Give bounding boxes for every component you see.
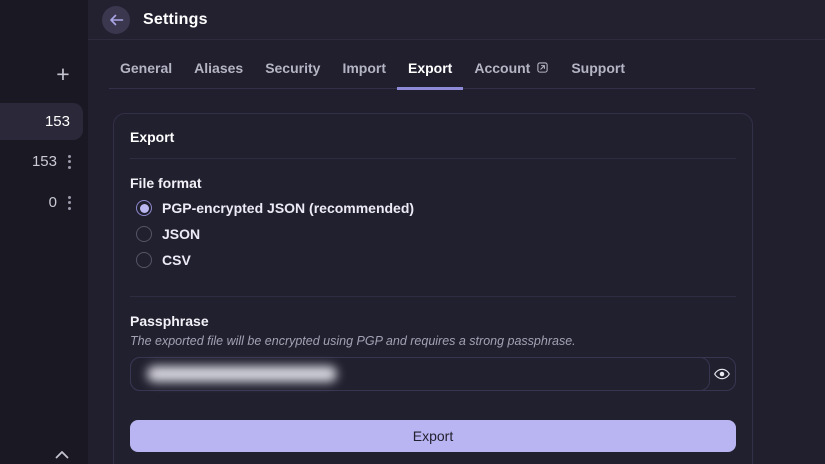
tab-aliases[interactable]: Aliases bbox=[183, 60, 254, 90]
arrow-left-icon bbox=[109, 14, 123, 25]
alias-count: 153 bbox=[31, 153, 57, 170]
settings-header: Settings bbox=[88, 0, 825, 40]
tab-account[interactable]: Account bbox=[463, 60, 560, 90]
tab-general[interactable]: General bbox=[109, 60, 183, 90]
export-button[interactable]: Export bbox=[130, 420, 736, 452]
collapse-button[interactable] bbox=[53, 447, 71, 461]
chevron-up-icon bbox=[55, 450, 69, 458]
divider bbox=[130, 158, 736, 159]
tab-export[interactable]: Export bbox=[397, 60, 464, 90]
passphrase-input[interactable] bbox=[130, 357, 710, 391]
sidebar-item-selected[interactable]: 153 bbox=[0, 103, 83, 140]
page-title: Settings bbox=[143, 10, 208, 28]
settings-tabbar: General Aliases Security Import Export A… bbox=[109, 60, 755, 90]
radio-option-pgp-json[interactable]: PGP-encrypted JSON (recommended) bbox=[130, 200, 736, 216]
radio-option-json[interactable]: JSON bbox=[130, 226, 736, 242]
settings-content: General Aliases Security Import Export A… bbox=[109, 41, 755, 464]
passphrase-help-text: The exported file will be encrypted usin… bbox=[130, 334, 576, 348]
kebab-menu-icon[interactable] bbox=[66, 192, 73, 214]
radio-icon[interactable] bbox=[136, 252, 152, 268]
tab-import[interactable]: Import bbox=[331, 60, 397, 90]
passphrase-input-group bbox=[130, 357, 736, 391]
passphrase-label: Passphrase bbox=[130, 313, 209, 329]
redacted-passphrase-value bbox=[147, 366, 337, 382]
kebab-menu-icon[interactable] bbox=[66, 151, 73, 173]
alias-count: 0 bbox=[48, 194, 57, 211]
file-format-label: File format bbox=[130, 175, 202, 191]
plus-icon: + bbox=[56, 60, 70, 87]
alias-sidebar: + 153 153 0 bbox=[0, 0, 88, 464]
back-button[interactable] bbox=[102, 5, 130, 34]
sidebar-item[interactable]: 153 bbox=[0, 143, 88, 180]
export-panel: Export File format PGP-encrypted JSON (r… bbox=[113, 113, 753, 464]
tab-security[interactable]: Security bbox=[254, 60, 331, 90]
external-link-icon bbox=[536, 61, 549, 74]
radio-icon[interactable] bbox=[136, 226, 152, 242]
alias-count: 153 bbox=[44, 113, 70, 130]
tab-support[interactable]: Support bbox=[560, 60, 636, 90]
toggle-visibility-button[interactable] bbox=[708, 358, 735, 390]
file-format-options: PGP-encrypted JSON (recommended) JSON CS… bbox=[130, 200, 736, 268]
panel-heading: Export bbox=[130, 129, 175, 145]
eye-icon bbox=[713, 368, 730, 380]
sidebar-item[interactable]: 0 bbox=[0, 184, 88, 221]
radio-option-csv[interactable]: CSV bbox=[130, 252, 736, 268]
add-alias-button[interactable]: + bbox=[51, 62, 75, 86]
divider bbox=[130, 296, 736, 297]
radio-selected-icon[interactable] bbox=[136, 200, 152, 216]
